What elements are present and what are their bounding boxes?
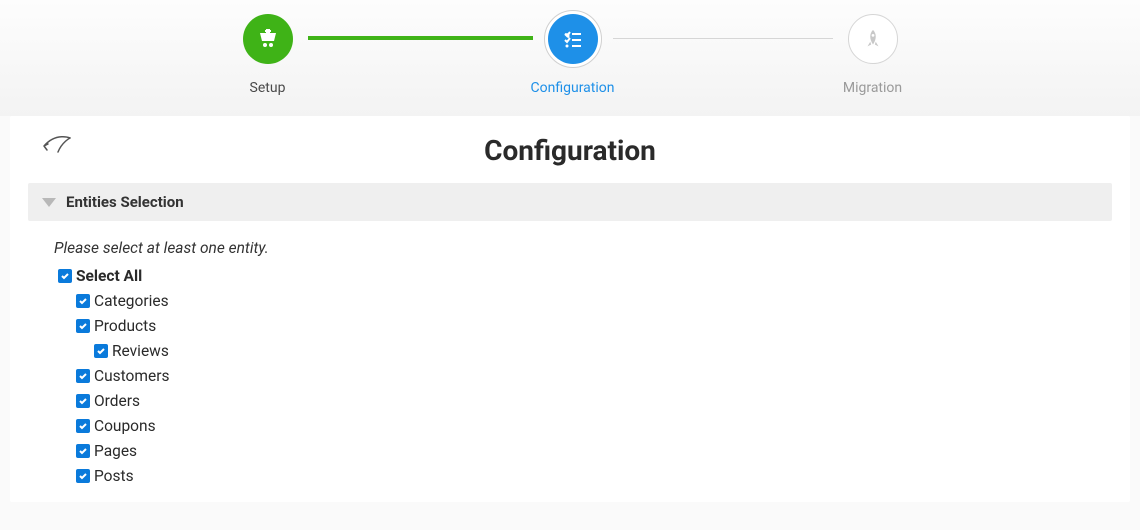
step-setup-label: Setup <box>250 80 286 96</box>
label-customers: Customers <box>94 367 169 385</box>
row-orders: Orders <box>76 392 1130 410</box>
step-configuration-label: Configuration <box>531 80 615 96</box>
back-button[interactable] <box>40 134 74 164</box>
checkbox-reviews[interactable] <box>94 344 108 358</box>
step-migration-label: Migration <box>843 80 902 96</box>
label-posts: Posts <box>94 467 134 485</box>
page-title: Configuration <box>34 134 1106 167</box>
page-header: Configuration <box>10 116 1130 171</box>
row-products: Products <box>76 317 1130 335</box>
section-entities-header[interactable]: Entities Selection <box>28 183 1112 221</box>
section-hint: Please select at least one entity. <box>54 239 1130 257</box>
label-reviews: Reviews <box>112 342 169 360</box>
label-coupons: Coupons <box>94 417 156 435</box>
chevron-down-icon <box>42 198 56 207</box>
row-customers: Customers <box>76 367 1130 385</box>
label-select-all: Select All <box>76 267 142 285</box>
rocket-icon <box>848 14 898 64</box>
page-card: Configuration Entities Selection Please … <box>10 116 1130 502</box>
checkbox-categories[interactable] <box>76 294 90 308</box>
checkbox-coupons[interactable] <box>76 419 90 433</box>
cart-icon <box>243 14 293 64</box>
checkbox-pages[interactable] <box>76 444 90 458</box>
row-categories: Categories <box>76 292 1130 310</box>
checkbox-orders[interactable] <box>76 394 90 408</box>
label-orders: Orders <box>94 392 140 410</box>
checkbox-customers[interactable] <box>76 369 90 383</box>
connector-1 <box>308 36 533 40</box>
label-pages: Pages <box>94 442 137 460</box>
list-icon <box>548 14 598 64</box>
connector-2 <box>613 38 833 39</box>
row-posts: Posts <box>76 467 1130 485</box>
checkbox-products[interactable] <box>76 319 90 333</box>
stepper: Setup Configuration <box>0 0 1140 116</box>
checkbox-posts[interactable] <box>76 469 90 483</box>
row-select-all: Select All <box>58 267 1130 285</box>
label-categories: Categories <box>94 292 169 310</box>
section-entities-title: Entities Selection <box>66 193 184 211</box>
label-products: Products <box>94 317 156 335</box>
step-migration[interactable]: Migration <box>833 10 913 96</box>
row-coupons: Coupons <box>76 417 1130 435</box>
checkbox-select-all[interactable] <box>58 269 72 283</box>
step-configuration[interactable]: Configuration <box>533 10 613 96</box>
step-setup[interactable]: Setup <box>228 10 308 96</box>
row-pages: Pages <box>76 442 1130 460</box>
row-reviews: Reviews <box>94 342 1130 360</box>
